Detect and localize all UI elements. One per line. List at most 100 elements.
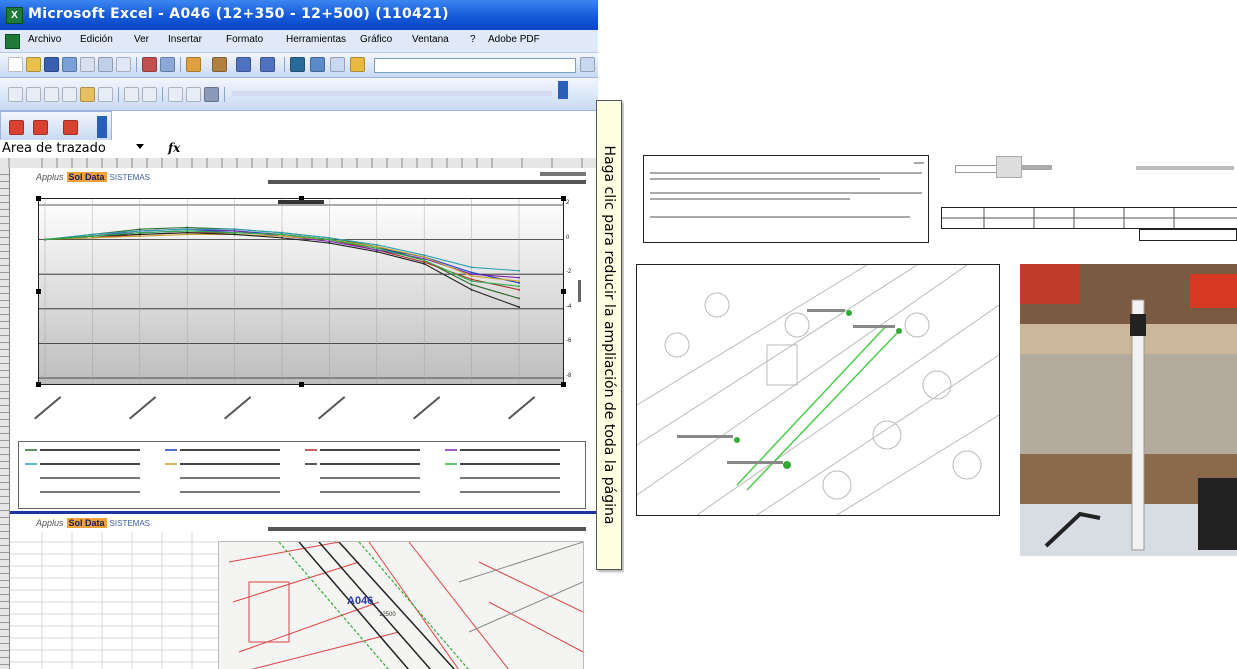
data-point-0-3[interactable] [186, 226, 189, 229]
site-plan-image[interactable]: A046 12500 [218, 541, 584, 669]
permission-icon[interactable] [62, 57, 77, 72]
autosum-icon[interactable] [310, 57, 325, 72]
pdf-toolbar-grip[interactable] [97, 116, 107, 138]
menu-herramientas[interactable]: Herramientas [286, 34, 346, 45]
data-point-6-3[interactable] [186, 231, 189, 234]
undo-icon[interactable] [236, 57, 251, 72]
name-box[interactable]: Area de trazado [2, 141, 147, 156]
insert-function-icon[interactable]: fx [168, 141, 180, 155]
data-point-5-9[interactable] [470, 274, 473, 277]
row-headers[interactable] [0, 168, 10, 669]
open-icon[interactable] [26, 57, 41, 72]
data-point-5-7[interactable] [375, 245, 378, 248]
data-point-7-2[interactable] [138, 231, 141, 234]
review-icon-3[interactable] [44, 87, 59, 102]
data-point-6-2[interactable] [138, 233, 141, 236]
data-point-3-9[interactable] [470, 273, 473, 276]
menu-ventana[interactable]: Ventana [412, 34, 449, 45]
review-icon-9[interactable] [168, 87, 183, 102]
menu-insertar[interactable]: Insertar [168, 34, 202, 45]
data-point-2-9[interactable] [470, 278, 473, 281]
data-point-7-9[interactable] [470, 280, 473, 283]
data-point-7-4[interactable] [233, 231, 236, 234]
zoom-box[interactable] [374, 58, 576, 73]
data-point-4-3[interactable] [186, 228, 189, 231]
data-point-7-1[interactable] [91, 235, 94, 238]
email-icon[interactable] [80, 57, 95, 72]
data-point-0-2[interactable] [138, 228, 141, 231]
research-icon[interactable] [160, 57, 175, 72]
convert-pdf-icon[interactable] [9, 120, 24, 135]
spelling-icon[interactable] [142, 57, 157, 72]
data-point-0-10[interactable] [518, 297, 520, 300]
redo-icon[interactable] [260, 57, 275, 72]
sort-ascending-icon[interactable] [330, 57, 345, 72]
data-point-3-6[interactable] [328, 240, 331, 243]
data-point-4-4[interactable] [233, 228, 236, 231]
convert-pdf-email-icon[interactable] [33, 120, 48, 135]
data-point-4-9[interactable] [470, 266, 473, 269]
reply-with-changes-text[interactable] [232, 91, 552, 96]
copy-icon[interactable] [186, 57, 201, 72]
save-icon[interactable] [44, 57, 59, 72]
data-point-5-3[interactable] [186, 233, 189, 236]
data-point-4-1[interactable] [91, 233, 94, 236]
review-icon-10[interactable] [186, 87, 201, 102]
review-icon-11[interactable] [204, 87, 219, 102]
data-point-2-10[interactable] [518, 288, 520, 291]
name-box-dropdown-icon[interactable] [136, 144, 144, 149]
review-icon-1[interactable] [8, 87, 23, 102]
review-icon-5[interactable] [80, 87, 95, 102]
review-icon-4[interactable] [62, 87, 77, 102]
data-point-6-10[interactable] [518, 306, 520, 309]
convert-pdf-review-icon[interactable] [63, 120, 78, 135]
data-point-6-9[interactable] [470, 288, 473, 291]
data-point-4-2[interactable] [138, 229, 141, 232]
review-icon-8[interactable] [142, 87, 157, 102]
document-icon[interactable] [5, 34, 20, 49]
print-icon[interactable] [98, 57, 113, 72]
data-point-5-5[interactable] [281, 235, 283, 238]
data-point-3-7[interactable] [375, 248, 378, 251]
data-point-2-8[interactable] [423, 261, 426, 264]
menu-edicion[interactable]: Edición [80, 34, 113, 45]
chart-plot-area[interactable] [36, 196, 566, 387]
chart-legend[interactable] [18, 441, 586, 509]
data-point-4-10[interactable] [518, 269, 520, 272]
data-point-5-1[interactable] [91, 236, 94, 239]
data-point-6-4[interactable] [233, 233, 236, 236]
data-point-7-0[interactable] [44, 238, 46, 241]
data-point-7-6[interactable] [328, 238, 331, 241]
data-point-5-2[interactable] [138, 235, 141, 238]
data-point-5-8[interactable] [423, 255, 426, 258]
menu-ver[interactable]: Ver [134, 34, 149, 45]
toolbar-options-icon[interactable] [580, 57, 595, 72]
toolbar-grip[interactable] [558, 81, 568, 99]
chart-wizard-icon[interactable] [350, 57, 365, 72]
resize-handle-bl[interactable] [36, 382, 41, 387]
data-point-6-7[interactable] [375, 250, 378, 253]
format-painter-icon[interactable] [212, 57, 227, 72]
data-point-3-10[interactable] [518, 276, 520, 279]
data-point-4-5[interactable] [281, 231, 283, 234]
review-icon-6[interactable] [98, 87, 113, 102]
data-point-7-3[interactable] [186, 229, 189, 232]
resize-handle-ml[interactable] [36, 289, 41, 294]
review-icon-2[interactable] [26, 87, 41, 102]
data-point-7-8[interactable] [423, 259, 426, 262]
data-point-7-5[interactable] [281, 233, 283, 236]
data-point-0-9[interactable] [470, 283, 473, 286]
review-icon-7[interactable] [124, 87, 139, 102]
menu-grafico[interactable]: Gráfico [360, 34, 392, 45]
resize-handle-tl[interactable] [36, 196, 41, 201]
data-point-1-9[interactable] [470, 271, 473, 274]
menu-help[interactable]: ? [470, 34, 476, 45]
menu-archivo[interactable]: Archivo [28, 34, 61, 45]
data-point-6-8[interactable] [423, 262, 426, 265]
data-point-4-7[interactable] [375, 243, 378, 246]
print-preview-icon[interactable] [116, 57, 131, 72]
data-point-4-6[interactable] [328, 236, 331, 239]
data-point-6-5[interactable] [281, 236, 283, 239]
title-bar[interactable]: X Microsoft Excel - A046 (12+350 - 12+50… [0, 0, 598, 30]
data-point-7-10[interactable] [518, 285, 520, 288]
